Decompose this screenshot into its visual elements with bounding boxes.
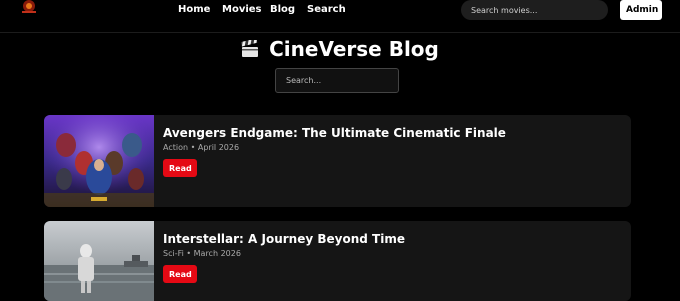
blog-search-input[interactable] [275,68,399,93]
blog-post-card[interactable]: Avengers Endgame: The Ultimate Cinematic… [44,115,631,207]
post-meta: Action • April 2026 [163,143,240,152]
admin-button[interactable]: Admin [620,0,662,20]
site-logo[interactable] [12,0,46,16]
clapperboard-icon [241,40,259,57]
nav-search-link[interactable]: Search [307,4,346,16]
post-thumbnail[interactable] [44,115,154,207]
page-title: CineVerse Blog [0,36,680,62]
nav-home-link[interactable]: Home [178,4,210,16]
nav-movies-link[interactable]: Movies [222,4,262,16]
post-thumbnail[interactable] [44,221,154,301]
page-title-text: CineVerse Blog [269,37,439,61]
blog-post-card[interactable]: Interstellar: A Journey Beyond Time Sci-… [44,221,631,301]
nav-blog-link[interactable]: Blog [270,4,295,16]
movie-search-input[interactable] [461,0,608,20]
post-meta: Sci-Fi • March 2026 [163,249,241,258]
post-title[interactable]: Avengers Endgame: The Ultimate Cinematic… [163,126,506,140]
top-navbar: Home Movies Blog Search Admin [0,0,680,33]
post-title[interactable]: Interstellar: A Journey Beyond Time [163,232,405,246]
read-button[interactable]: Read [163,159,197,177]
read-button[interactable]: Read [163,265,197,283]
